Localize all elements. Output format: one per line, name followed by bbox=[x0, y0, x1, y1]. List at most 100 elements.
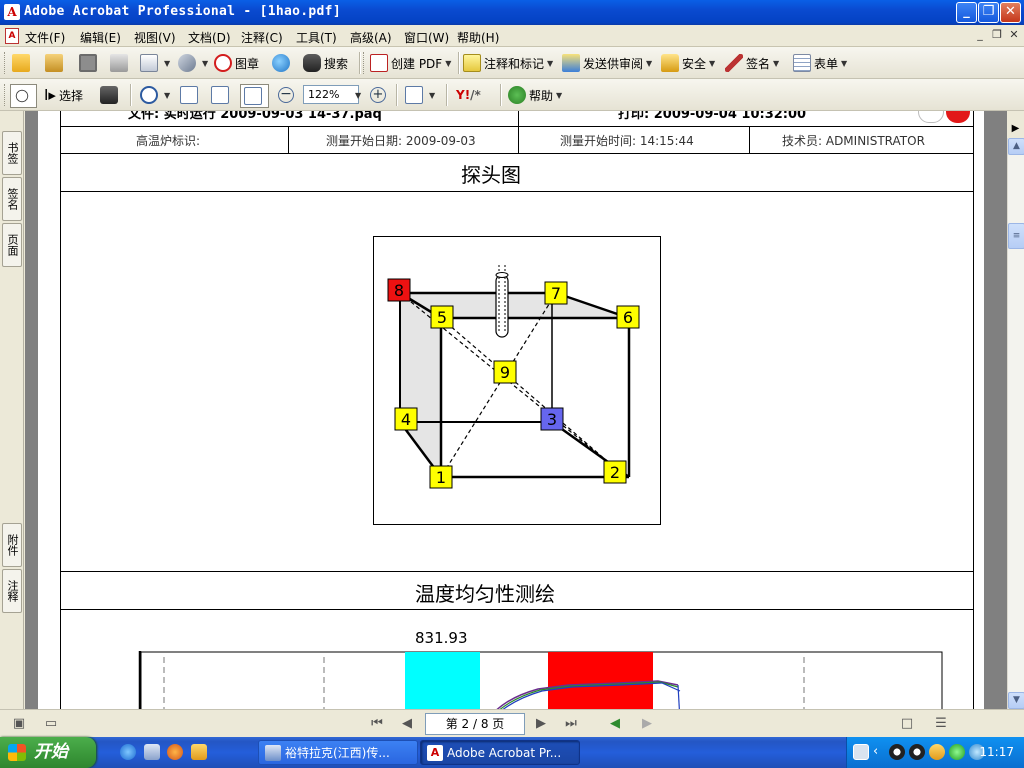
fit-width-button[interactable] bbox=[240, 84, 269, 108]
ie-quicklaunch-icon[interactable] bbox=[120, 744, 136, 760]
menu-comments[interactable]: 注释(C) bbox=[241, 29, 283, 46]
zoom-out-button[interactable]: − bbox=[278, 84, 294, 106]
panel-toggle-arrow[interactable]: ▶ bbox=[1007, 120, 1024, 138]
search-button[interactable]: 搜索 bbox=[303, 52, 348, 74]
continuous-view-icon[interactable]: ☰ bbox=[932, 715, 950, 733]
probe-marker-7[interactable]: 7 bbox=[544, 281, 568, 305]
windows-taskbar: 开始 裕特拉克(江西)传... A Adobe Acrobat Pr... ‹ 1… bbox=[0, 737, 1024, 768]
network-tray-icon[interactable] bbox=[949, 744, 965, 760]
title-bar[interactable]: A Adobe Acrobat Professional - [1hao.pdf… bbox=[0, 0, 1024, 25]
window-title: Adobe Acrobat Professional - [1hao.pdf] bbox=[24, 4, 341, 19]
lock-icon bbox=[661, 54, 679, 72]
probe-marker-9[interactable]: 9 bbox=[493, 360, 517, 384]
security-button[interactable]: 安全 ▼ bbox=[661, 52, 715, 74]
attach-button[interactable]: ▼ bbox=[178, 52, 208, 74]
probe-marker-5[interactable]: 5 bbox=[430, 305, 454, 329]
maximize-button[interactable]: ❐ bbox=[978, 2, 999, 23]
tray-expand-icon[interactable]: ‹ bbox=[873, 744, 889, 760]
tab-comments[interactable]: 注释 bbox=[2, 569, 22, 613]
first-page-button[interactable]: ⏮ bbox=[368, 715, 386, 733]
organizer-button[interactable] bbox=[45, 52, 66, 74]
folder-quicklaunch-icon[interactable] bbox=[191, 744, 207, 760]
taskbar-item-browser[interactable]: 裕特拉克(江西)传... bbox=[258, 740, 418, 765]
menu-tools[interactable]: 工具(T) bbox=[296, 29, 337, 46]
probe-marker-4[interactable]: 4 bbox=[394, 407, 418, 431]
menu-window[interactable]: 窗口(W) bbox=[404, 29, 449, 46]
print-button[interactable] bbox=[110, 52, 131, 74]
page-thumbnail-icon[interactable]: ▣ bbox=[10, 715, 28, 733]
scroll-down-button[interactable]: ▼ bbox=[1008, 692, 1024, 709]
previous-page-button[interactable]: ◀ bbox=[398, 715, 416, 733]
tab-attachments[interactable]: 附件 bbox=[2, 523, 22, 567]
keyboard-icon[interactable] bbox=[853, 744, 869, 760]
zoom-level-input[interactable]: 122% bbox=[303, 85, 359, 104]
vertical-scrollbar[interactable]: ▲ ≡ ▼ bbox=[1007, 138, 1024, 709]
yahoo-toolbar-button[interactable]: Y!/* bbox=[456, 84, 481, 106]
zoom-in-tool-button[interactable]: ▼ bbox=[140, 84, 170, 106]
comment-markup-button[interactable]: 注释和标记 ▼ bbox=[463, 52, 553, 74]
rotate-view-button[interactable]: ▼ bbox=[405, 84, 435, 106]
fit-page-button[interactable] bbox=[211, 84, 232, 106]
hand-tool-button[interactable] bbox=[10, 84, 37, 108]
table-rule bbox=[60, 191, 974, 192]
menu-view[interactable]: 视图(V) bbox=[134, 29, 176, 46]
last-page-button[interactable]: ⏭ bbox=[562, 715, 580, 733]
send-review-button[interactable]: 发送供审阅 ▼ bbox=[562, 52, 652, 74]
qq-icon[interactable] bbox=[889, 744, 905, 760]
firefox-quicklaunch-icon[interactable] bbox=[167, 744, 183, 760]
go-back-button[interactable]: ◀ bbox=[606, 715, 624, 733]
tab-pages[interactable]: 页面 bbox=[2, 223, 22, 267]
document-view[interactable]: 文件: 实时运行 2009-09-03 14-37.paq 打印: 2009-0… bbox=[25, 111, 1007, 709]
zoom-in-button[interactable]: + bbox=[370, 84, 386, 106]
web-button[interactable] bbox=[272, 52, 293, 74]
menu-edit[interactable]: 编辑(E) bbox=[80, 29, 121, 46]
probe-label: 8 bbox=[394, 281, 404, 300]
page-size-icon[interactable]: ▭ bbox=[42, 715, 60, 733]
scroll-thumb[interactable]: ≡ bbox=[1008, 223, 1024, 249]
system-tray: ‹ 11:17 bbox=[846, 737, 1024, 768]
tab-signatures[interactable]: 签名 bbox=[2, 177, 22, 221]
zoom-dropdown-button[interactable]: ▼ bbox=[352, 84, 361, 106]
doc-restore-button[interactable]: ❐ bbox=[990, 28, 1004, 42]
toolbar-grip[interactable] bbox=[4, 52, 7, 74]
probe-marker-1[interactable]: 1 bbox=[429, 465, 453, 489]
probe-marker-2[interactable]: 2 bbox=[603, 460, 627, 484]
scroll-up-button[interactable]: ▲ bbox=[1008, 138, 1024, 155]
qq-icon-2[interactable] bbox=[909, 744, 925, 760]
menu-help[interactable]: 帮助(H) bbox=[457, 29, 499, 46]
show-desktop-icon[interactable] bbox=[144, 744, 160, 760]
menu-document[interactable]: 文档(D) bbox=[188, 29, 231, 46]
start-button[interactable]: 开始 bbox=[0, 737, 96, 768]
menu-file[interactable]: 文件(F) bbox=[25, 29, 65, 46]
tab-bookmarks[interactable]: 书签 bbox=[2, 131, 22, 175]
page-number-field[interactable]: 第 2 / 8 页 bbox=[425, 713, 525, 735]
create-pdf-button[interactable]: 创建 PDF ▼ bbox=[370, 52, 451, 74]
email-button[interactable]: ▼ bbox=[140, 52, 170, 74]
system-clock[interactable]: 11:17 bbox=[979, 745, 1014, 759]
doc-minimize-button[interactable]: _ bbox=[973, 28, 987, 42]
go-forward-button[interactable]: ▶ bbox=[638, 715, 656, 733]
stamp-button[interactable]: 图章 bbox=[214, 52, 259, 74]
save-button[interactable] bbox=[79, 52, 100, 74]
toolbar-grip[interactable] bbox=[4, 84, 7, 106]
taskbar-item-acrobat[interactable]: A Adobe Acrobat Pr... bbox=[420, 740, 580, 765]
next-page-button[interactable]: ▶ bbox=[532, 715, 550, 733]
open-button[interactable] bbox=[12, 52, 33, 74]
help-button[interactable]: 帮助 ▼ bbox=[508, 84, 562, 106]
close-button[interactable]: ✕ bbox=[1000, 2, 1021, 23]
doc-close-button[interactable]: ✕ bbox=[1007, 28, 1021, 42]
forms-button[interactable]: 表单 ▼ bbox=[793, 52, 847, 74]
document-icon[interactable]: A bbox=[5, 28, 19, 44]
menu-advanced[interactable]: 高级(A) bbox=[350, 29, 392, 46]
minimize-button[interactable]: _ bbox=[956, 2, 977, 23]
probe-marker-3[interactable]: 3 bbox=[540, 407, 564, 431]
single-page-view-icon[interactable]: □ bbox=[898, 715, 916, 733]
toolbar-grip[interactable] bbox=[363, 52, 366, 74]
sign-button[interactable]: 签名 ▼ bbox=[725, 52, 779, 74]
actual-size-button[interactable] bbox=[180, 84, 201, 106]
probe-marker-8[interactable]: 8 bbox=[387, 278, 411, 302]
security-tray-icon[interactable] bbox=[929, 744, 945, 760]
probe-marker-6[interactable]: 6 bbox=[616, 305, 640, 329]
select-tool-button[interactable]: I▸ 选择 bbox=[44, 84, 83, 106]
snapshot-button[interactable] bbox=[100, 84, 121, 106]
